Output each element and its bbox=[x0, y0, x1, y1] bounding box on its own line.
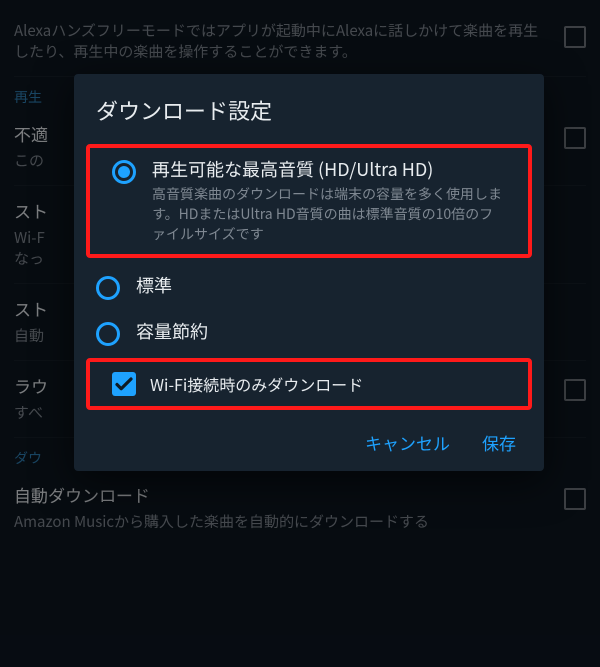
dialog-title: ダウンロード設定 bbox=[74, 94, 544, 142]
cancel-button[interactable]: キャンセル bbox=[365, 430, 450, 455]
option-label: 再生可能な最高音質 (HD/Ultra HD) bbox=[152, 158, 506, 181]
highlight-box-wifi: Wi-Fi接続時のみダウンロード bbox=[86, 358, 532, 410]
save-button[interactable]: 保存 bbox=[482, 430, 516, 455]
checkbox-icon bbox=[112, 372, 136, 396]
radio-icon bbox=[112, 160, 136, 184]
dialog-button-row: キャンセル 保存 bbox=[74, 416, 544, 463]
option-datasaver[interactable]: 容量節約 bbox=[74, 310, 544, 356]
checkbox-wifi-only[interactable]: Wi-Fi接続時のみダウンロード bbox=[90, 362, 528, 406]
option-label: 標準 bbox=[136, 274, 522, 297]
radio-icon bbox=[96, 322, 120, 346]
option-sub: 高音質楽曲のダウンロードは端末の容量を多く使用します。HDまたはUltra HD… bbox=[152, 185, 506, 244]
option-standard[interactable]: 標準 bbox=[74, 264, 544, 310]
radio-icon bbox=[96, 276, 120, 300]
highlight-box-quality: 再生可能な最高音質 (HD/Ultra HD) 高音質楽曲のダウンロードは端末の… bbox=[86, 144, 532, 258]
checkbox-label: Wi-Fi接続時のみダウンロード bbox=[150, 374, 363, 395]
option-best-quality[interactable]: 再生可能な最高音質 (HD/Ultra HD) 高音質楽曲のダウンロードは端末の… bbox=[90, 148, 528, 254]
option-label: 容量節約 bbox=[136, 320, 522, 343]
download-settings-dialog: ダウンロード設定 再生可能な最高音質 (HD/Ultra HD) 高音質楽曲のダ… bbox=[74, 74, 544, 471]
